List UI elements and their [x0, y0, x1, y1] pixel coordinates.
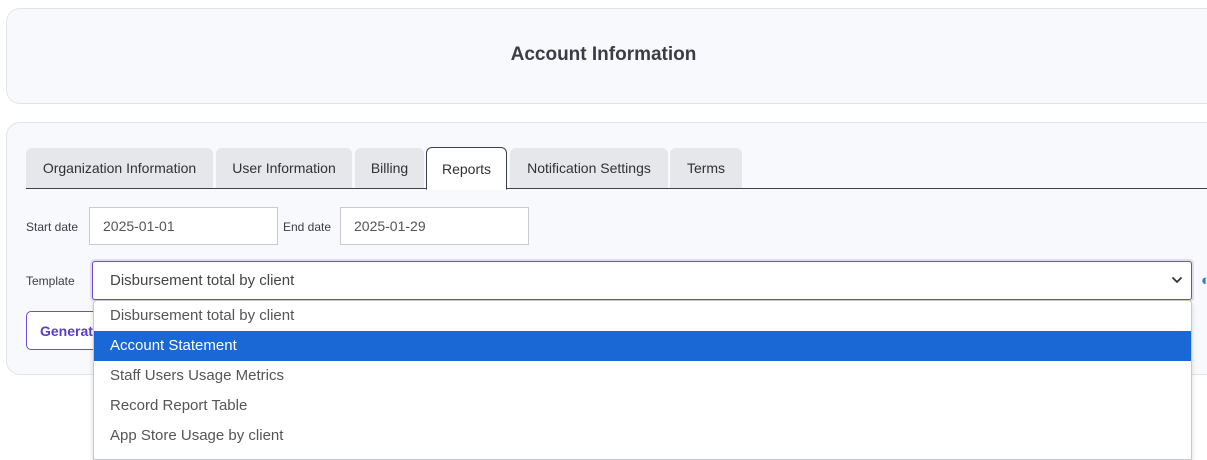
- start-date-input[interactable]: 2025-01-01: [89, 207, 278, 245]
- template-label: Template: [26, 274, 75, 288]
- dropdown-option-highlighted[interactable]: Account Statement: [94, 331, 1191, 361]
- template-dropdown-list: Disbursement total by client Account Sta…: [93, 300, 1192, 460]
- end-date-input[interactable]: 2025-01-29: [340, 207, 529, 245]
- tab-terms[interactable]: Terms: [670, 148, 742, 188]
- template-select[interactable]: Disbursement total by client: [92, 261, 1192, 300]
- start-date-label: Start date: [26, 220, 79, 234]
- dropdown-option[interactable]: Disbursement total by client: [94, 301, 1191, 331]
- tab-billing[interactable]: Billing: [355, 148, 424, 188]
- tab-reports[interactable]: Reports: [426, 147, 507, 190]
- dropdown-option[interactable]: Staff Users Usage Metrics: [94, 361, 1191, 391]
- end-date-label: End date: [283, 220, 332, 234]
- tab-organization-information[interactable]: Organization Information: [26, 148, 213, 188]
- dropdown-option[interactable]: Record Report Table: [94, 391, 1191, 421]
- tab-notification-settings[interactable]: Notification Settings: [510, 148, 668, 188]
- template-select-value: Disbursement total by client: [110, 272, 295, 289]
- tab-user-information[interactable]: User Information: [216, 148, 352, 188]
- partial-icon[interactable]: ◐: [1201, 272, 1207, 288]
- page-title: Account Information: [510, 44, 697, 65]
- chevron-down-icon: [1172, 277, 1182, 283]
- tabs-divider: [26, 188, 1207, 189]
- dropdown-option[interactable]: App Store Usage by client: [94, 421, 1191, 451]
